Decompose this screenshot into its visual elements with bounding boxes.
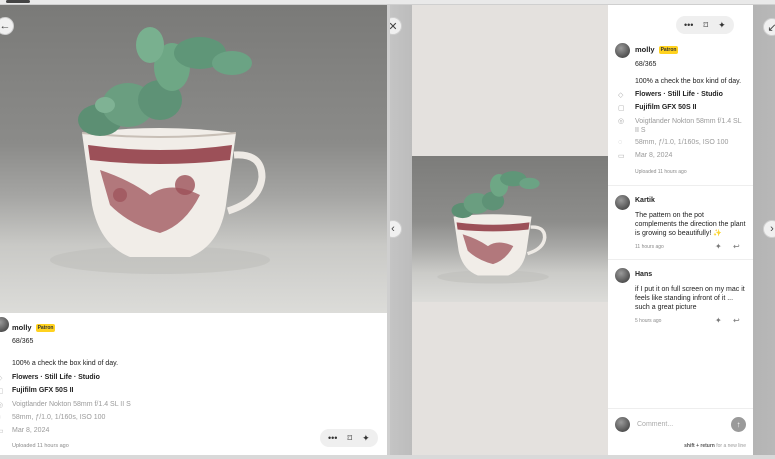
chevron-right-icon: › bbox=[770, 223, 774, 235]
comment-input[interactable]: Comment... bbox=[637, 421, 731, 428]
reply-icon[interactable]: ↩ bbox=[733, 242, 740, 251]
post-title: 68/365 bbox=[12, 338, 34, 345]
patron-badge: Patron bbox=[35, 323, 56, 332]
send-button[interactable]: ↑ bbox=[731, 416, 746, 432]
post-tags[interactable]: Flowers · Still Life · Studio bbox=[12, 374, 100, 381]
lens-icon: ◎ bbox=[0, 402, 4, 409]
avatar bbox=[615, 416, 630, 432]
aperture-icon: ◌ bbox=[618, 139, 623, 146]
comment-text: if I put it on full screen on my mac it … bbox=[635, 286, 745, 311]
bookmark-icon[interactable]: ⌑ bbox=[347, 433, 352, 444]
aperture-icon: ◌ bbox=[0, 414, 1, 421]
calendar-icon: ▭ bbox=[0, 428, 4, 435]
post-tags[interactable]: Flowers · Still Life · Studio bbox=[635, 91, 723, 98]
tag-icon: ◇ bbox=[0, 374, 2, 382]
hint-text: for a new line bbox=[714, 443, 746, 449]
camera-model[interactable]: Fujifilm GFX 50S II bbox=[12, 387, 73, 394]
bookmark-icon[interactable]: ⌑ bbox=[703, 20, 708, 31]
tab-indicator bbox=[6, 0, 30, 3]
succulent-teacup-image bbox=[50, 27, 270, 274]
comment-author[interactable]: Hans bbox=[635, 271, 652, 278]
exposure-settings: 58mm, ƒ/1.0, 1/160s, ISO 100 bbox=[12, 414, 106, 421]
camera-model[interactable]: Fujifilm GFX 50S II bbox=[635, 104, 696, 111]
username[interactable]: molly bbox=[12, 323, 32, 332]
capture-date: Mar 8, 2024 bbox=[12, 427, 50, 434]
divider bbox=[608, 408, 753, 409]
sparkle-icon[interactable]: ✦ bbox=[715, 316, 722, 325]
post-action-bar: ••• ⌑ ✦ bbox=[320, 429, 378, 447]
exposure-settings: 58mm, ƒ/1.0, 1/160s, ISO 100 bbox=[635, 139, 729, 146]
divider bbox=[608, 185, 753, 186]
avatar[interactable] bbox=[615, 43, 630, 58]
comment-text: The pattern on the pot complements the d… bbox=[635, 212, 746, 237]
comment-author[interactable]: Kartik bbox=[635, 197, 655, 204]
viewer-photo[interactable] bbox=[412, 156, 608, 302]
more-icon[interactable]: ••• bbox=[328, 433, 337, 443]
photo-detail-page: ← molly Patron 68/365 100% a check the b… bbox=[0, 5, 387, 455]
photo[interactable] bbox=[0, 5, 387, 313]
post-description: 100% a check the box kind of day. bbox=[635, 78, 742, 85]
close-icon: ✕ bbox=[390, 20, 398, 33]
panel-action-bar: ••• ⌑ ✦ bbox=[676, 16, 734, 34]
lightbox-view: ✕ ‹ › ↙ ••• ⌑ ✦ molly Patron 68/365 100%… bbox=[390, 5, 775, 455]
post-description: 100% a check the box kind of day. bbox=[12, 360, 119, 367]
capture-date: Mar 8, 2024 bbox=[635, 152, 673, 159]
post-title: 68/365 bbox=[635, 61, 657, 68]
uploaded-time: Uploaded 11 hours ago bbox=[635, 169, 687, 175]
hint-key: shift + return bbox=[684, 443, 715, 449]
composer-hint: shift + return for a new line bbox=[684, 443, 746, 449]
calendar-icon: ▭ bbox=[618, 153, 625, 160]
comment-time: 5 hours ago bbox=[635, 318, 662, 324]
collapse-icon: ↙ bbox=[767, 21, 775, 34]
info-panel: ••• ⌑ ✦ molly Patron 68/365 100% a check… bbox=[608, 5, 753, 455]
username[interactable]: molly bbox=[635, 45, 655, 54]
lens-model: Voigtlander Nokton 58mm f/1.4 SL II S bbox=[12, 401, 131, 408]
sparkle-icon[interactable]: ✦ bbox=[362, 433, 370, 444]
reply-icon[interactable]: ↩ bbox=[733, 316, 740, 325]
collapse-button[interactable]: ↙ bbox=[763, 18, 775, 36]
divider bbox=[608, 259, 753, 260]
next-button[interactable]: › bbox=[763, 220, 775, 238]
sparkle-icon[interactable]: ✦ bbox=[715, 242, 722, 251]
comment-avatar[interactable] bbox=[615, 195, 630, 210]
camera-icon: ▢ bbox=[618, 105, 625, 112]
more-icon[interactable]: ••• bbox=[684, 20, 693, 30]
comment-time: 11 hours ago bbox=[635, 244, 664, 250]
patron-badge: Patron bbox=[658, 45, 679, 54]
chevron-left-icon: ‹ bbox=[391, 223, 395, 235]
tag-icon: ◇ bbox=[618, 92, 624, 99]
lens-icon: ◎ bbox=[618, 118, 625, 125]
comment-composer: Comment... ↑ bbox=[615, 415, 746, 433]
send-icon: ↑ bbox=[736, 419, 741, 429]
uploaded-time: Uploaded 11 hours ago bbox=[12, 443, 69, 449]
camera-icon: ▢ bbox=[0, 388, 4, 395]
succulent-teacup-image bbox=[437, 171, 549, 284]
sparkle-icon[interactable]: ✦ bbox=[718, 20, 726, 31]
lens-model: Voigtlander Nokton 58mm f/1.4 SL II S bbox=[635, 118, 742, 134]
comment-avatar[interactable] bbox=[615, 268, 630, 283]
back-arrow-icon: ← bbox=[0, 20, 11, 32]
